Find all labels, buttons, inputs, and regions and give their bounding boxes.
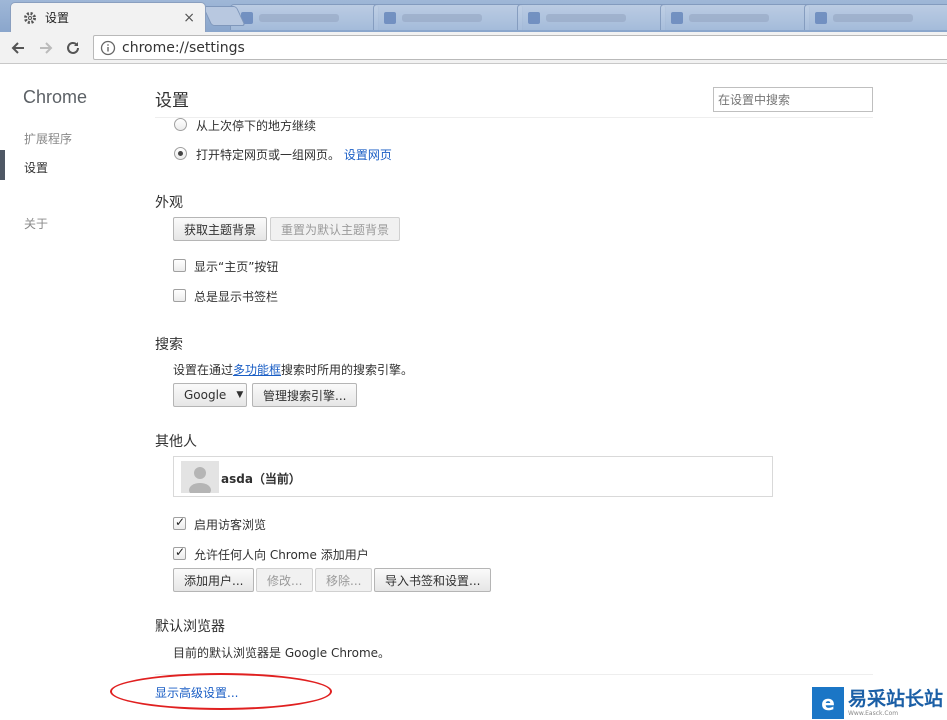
watermark-logo: e 易采站长站 Www.Easck.Com [812, 686, 947, 720]
search-input[interactable] [713, 87, 873, 112]
edit-user-button[interactable]: 修改... [256, 568, 314, 592]
reset-theme-button[interactable]: 重置为默认主题背景 [270, 217, 401, 241]
watermark-subtext: Www.Easck.Com [848, 710, 899, 717]
section-title-default-browser: 默认浏览器 [155, 619, 225, 635]
omnibox-link[interactable]: 多功能框 [233, 363, 281, 377]
avatar [181, 461, 219, 493]
tab-strip: 设置 × [0, 0, 947, 32]
sidebar-item-about[interactable]: 关于 [24, 215, 48, 232]
background-tab[interactable] [373, 4, 523, 30]
manage-search-engines-button[interactable]: 管理搜索引擎... [252, 383, 358, 407]
page-title: 设置 [155, 91, 189, 111]
section-title-search: 搜索 [155, 337, 183, 353]
search-description: 设置在通过多功能框搜索时所用的搜索引擎。 [173, 361, 413, 378]
default-browser-status: 目前的默认浏览器是 Google Chrome。 [173, 646, 391, 660]
let-anyone-add-label: 允许任何人向 Chrome 添加用户 [194, 548, 369, 562]
watermark-e-icon: e [812, 687, 844, 719]
radio-open-specific[interactable] [174, 147, 187, 160]
search-desc-prefix: 设置在通过 [173, 363, 234, 377]
background-tab[interactable] [516, 4, 667, 30]
sidebar: Chrome 扩展程序 设置 关于 [0, 66, 120, 720]
section-title-people: 其他人 [155, 434, 197, 450]
sidebar-active-marker [0, 150, 5, 180]
tab-title: 设置 [45, 11, 70, 25]
show-home-checkbox[interactable] [173, 259, 186, 272]
import-bookmarks-button[interactable]: 导入书签和设置... [374, 568, 492, 592]
radio-open-specific-text: 打开特定网页或一组网页。 [196, 148, 341, 162]
sidebar-item-extensions[interactable]: 扩展程序 [24, 130, 72, 147]
tab-settings[interactable]: 设置 × [10, 2, 206, 32]
background-tabs [230, 4, 947, 32]
gear-icon [23, 11, 37, 25]
background-tab[interactable] [660, 4, 810, 30]
sidebar-item-settings[interactable]: 设置 [24, 159, 48, 176]
show-home-label: 显示“主页”按钮 [194, 260, 279, 274]
let-anyone-add-checkbox[interactable]: ✓ [173, 545, 186, 560]
guest-browsing-checkbox[interactable]: ✓ [173, 515, 186, 530]
info-icon[interactable] [100, 40, 116, 56]
favicon-icon [527, 11, 540, 24]
search-engine-value: Google [184, 388, 227, 402]
get-themes-button[interactable]: 获取主题背景 [173, 217, 268, 241]
search-desc-suffix: 搜索时所用的搜索引擎。 [281, 363, 414, 377]
guest-browsing-label: 启用访客浏览 [194, 518, 267, 532]
background-tab[interactable] [803, 4, 947, 30]
show-bookmarks-checkbox[interactable] [173, 289, 186, 302]
profile-list: asda（当前） [173, 456, 773, 497]
add-user-button[interactable]: 添加用户... [173, 568, 255, 592]
profile-name[interactable]: asda（当前） [221, 470, 301, 487]
address-bar[interactable]: chrome://settings [93, 35, 947, 60]
radio-continue-label: 从上次停下的地方继续 [196, 119, 317, 133]
highlight-ellipse [110, 673, 332, 710]
sidebar-title: Chrome [23, 87, 88, 107]
chevron-down-icon: ▼ [236, 390, 244, 400]
remove-user-button[interactable]: 移除... [315, 568, 373, 592]
background-tab[interactable] [230, 4, 380, 30]
reload-icon[interactable] [63, 38, 83, 58]
favicon-icon [384, 11, 397, 24]
favicon-icon [814, 11, 827, 24]
favicon-icon [671, 11, 684, 24]
section-title-appearance: 外观 [155, 195, 183, 211]
watermark-text: 易采站长站 [848, 688, 944, 710]
show-bookmarks-label: 总是显示书签栏 [194, 290, 279, 304]
close-icon[interactable]: × [183, 10, 195, 26]
radio-continue[interactable] [174, 118, 187, 131]
checkmark-icon: ✓ [175, 515, 186, 529]
back-arrow-icon[interactable] [8, 38, 28, 58]
url-text: chrome://settings [122, 39, 245, 56]
forward-arrow-icon[interactable] [36, 38, 56, 58]
radio-open-specific-label: 打开特定网页或一组网页。 设置网页 [196, 146, 392, 163]
set-pages-link[interactable]: 设置网页 [344, 148, 392, 162]
checkmark-icon: ✓ [175, 545, 186, 559]
search-engine-select[interactable]: Google ▼ [173, 383, 247, 407]
toolbar: chrome://settings [0, 32, 947, 64]
